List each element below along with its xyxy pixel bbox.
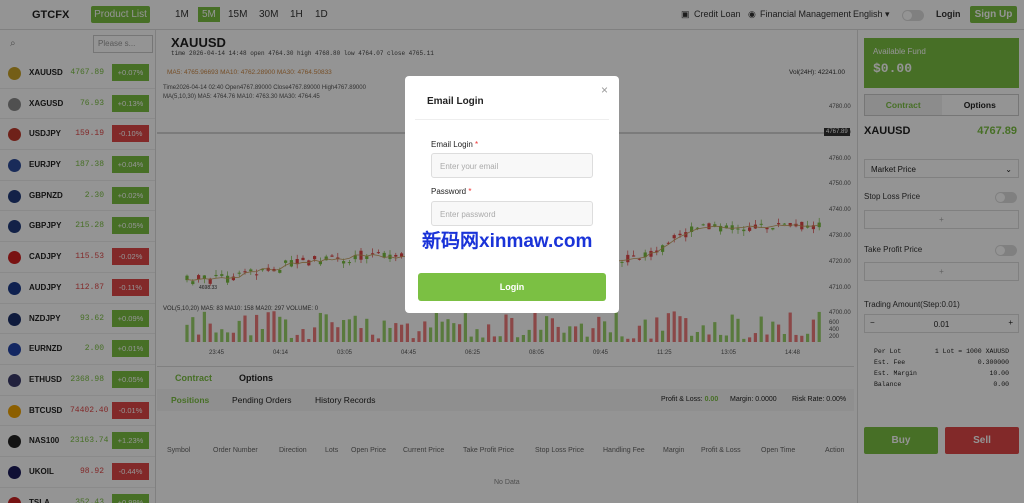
required-mark: *: [475, 140, 479, 149]
email-label: Email Login *: [431, 140, 478, 149]
password-label-text: Password: [431, 187, 467, 196]
login-submit-button[interactable]: Login: [418, 273, 606, 301]
close-icon[interactable]: ×: [601, 83, 608, 97]
password-field[interactable]: Enter password: [431, 201, 593, 226]
email-field[interactable]: Enter your email: [431, 153, 593, 178]
password-label: Password *: [431, 187, 471, 196]
required-mark: *: [468, 187, 472, 196]
login-modal: Email Login × Email Login * Enter your e…: [405, 76, 619, 313]
modal-divider: [415, 119, 609, 120]
watermark: 新码网xinmaw.com: [422, 231, 593, 252]
email-label-text: Email Login: [431, 140, 473, 149]
modal-title: Email Login: [427, 96, 484, 107]
